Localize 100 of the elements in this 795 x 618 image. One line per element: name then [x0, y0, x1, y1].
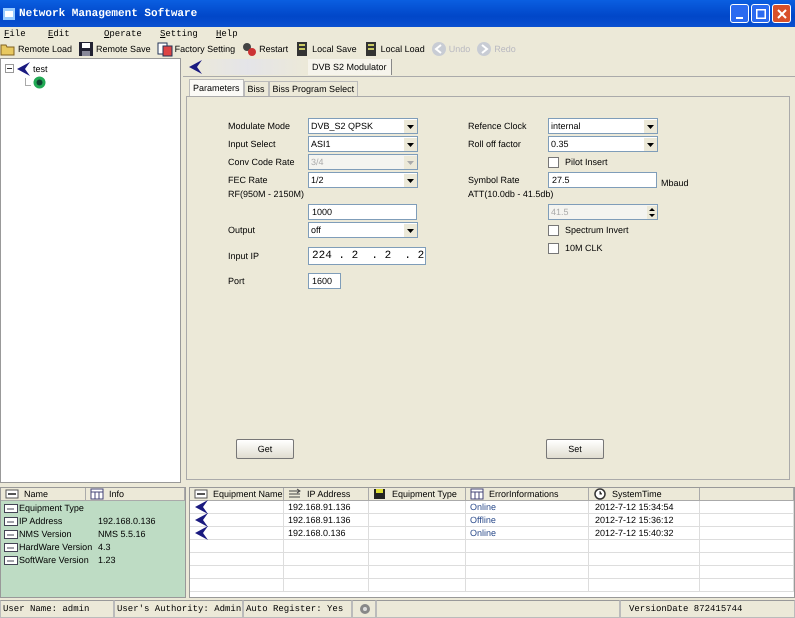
toolbar-button[interactable]: Restart [241, 40, 288, 58]
dropdown[interactable]: ASI1 [308, 136, 418, 152]
column-header[interactable]: Info [86, 488, 185, 501]
table-cell: Offline [466, 514, 589, 527]
table-cell: 192.168.91.136 [284, 514, 369, 527]
field-label: Conv Code Rate [228, 157, 295, 167]
menu-item[interactable]: File [4, 28, 36, 38]
column-header[interactable]: Equipment Type [369, 488, 466, 501]
dropdown[interactable]: 1/2 [308, 172, 418, 188]
arrow-icon [194, 499, 209, 515]
dropdown[interactable]: off [308, 222, 418, 238]
table-cell: Online [466, 527, 589, 540]
maximize-button[interactable] [751, 4, 770, 23]
field-label: Input IP [228, 251, 260, 261]
menu-item[interactable]: Operate [104, 28, 148, 38]
tree-item[interactable]: test [33, 64, 48, 74]
table-cell: 192.168.91.136 [284, 501, 369, 514]
menu-item[interactable]: Setting [160, 28, 204, 38]
dropdown[interactable]: 0.35 [548, 136, 658, 152]
minimize-icon [736, 16, 743, 18]
arrow-icon [194, 525, 209, 541]
app-icon [3, 8, 15, 20]
tab[interactable]: Biss Program Select [268, 81, 358, 96]
menu-item[interactable]: Edit [48, 28, 92, 38]
tab[interactable]: Parameters [189, 79, 244, 96]
table-cell: NMS Version [19, 528, 72, 538]
field-label: Modulate Mode [228, 121, 290, 131]
status-text: VersionDate 872415744 [629, 604, 742, 614]
gears-icon [241, 41, 258, 57]
toolbar-button[interactable]: Remote Save [78, 40, 151, 58]
dropdown[interactable]: DVB_S2 QPSK [308, 118, 418, 134]
card-icon [4, 516, 18, 526]
card-icon [5, 488, 19, 500]
spin-arrows-icon [647, 206, 657, 218]
table-cell: Online [466, 501, 589, 514]
tree-line-icon [25, 78, 31, 86]
checkbox[interactable] [548, 156, 559, 168]
arrow-icon [194, 512, 209, 528]
grid-icon [90, 488, 104, 500]
tab[interactable]: Biss [244, 81, 269, 96]
table-cell: 1.23 [98, 554, 116, 564]
arrow-icon [188, 59, 203, 75]
ip-field[interactable]: 224 . 2 . 2 . 2 [308, 247, 426, 265]
back-icon [430, 41, 447, 57]
field-label: ATT(10.0db - 41.5db) [468, 189, 554, 199]
table-cell: 192.168.0.136 [284, 527, 369, 540]
field-label: Roll off factor [468, 139, 521, 149]
field-label: Refence Clock [468, 121, 527, 131]
card-icon [4, 502, 18, 512]
card-icon [4, 542, 18, 552]
input-field[interactable]: 27.5 [548, 172, 657, 188]
menu-item[interactable]: Help [216, 28, 260, 38]
table-cell: NMS 5.5.16 [98, 528, 146, 538]
toolbar-button[interactable]: Factory Setting [156, 40, 236, 58]
toolbar-button[interactable]: Local Load [362, 40, 425, 58]
column-header[interactable]: Equipment Name [190, 488, 284, 501]
table-cell: SoftWare Version [19, 554, 89, 564]
minimize-button[interactable] [730, 4, 749, 23]
field-label: FEC Rate [228, 175, 268, 185]
status-text: User Name: admin [3, 604, 90, 614]
checkbox[interactable] [548, 224, 559, 236]
checkbox-label: Spectrum Invert [565, 225, 629, 235]
field-label: Output [228, 225, 256, 235]
column-header[interactable]: ErrorInformations [466, 488, 589, 501]
table-cell: Equipment Type [19, 502, 84, 512]
window-title: Network Management Software [19, 8, 198, 20]
maximize-icon [756, 8, 766, 18]
close-button[interactable] [772, 4, 791, 23]
status-text: User's Authority: Admin [117, 604, 242, 614]
field-label: Symbol Rate [468, 175, 520, 185]
dropdown[interactable]: internal [548, 118, 658, 134]
close-icon [776, 8, 786, 18]
field-label: Port [228, 276, 245, 286]
network-icon [288, 488, 302, 500]
column-header[interactable]: IP Address [284, 488, 369, 501]
table-cell: 2012-7-12 15:40:32 [589, 527, 700, 540]
status-text: Auto Register: Yes [246, 604, 344, 614]
card-icon [4, 528, 18, 538]
action-button[interactable]: Set [546, 439, 604, 459]
collapse-toggle[interactable] [5, 64, 14, 73]
table-cell: 192.168.0.136 [98, 516, 156, 526]
arrow-icon [16, 60, 31, 76]
card-icon [4, 554, 18, 564]
checkbox-label: Pilot Insert [565, 157, 608, 167]
toolbar-button[interactable]: Remote Load [0, 40, 72, 58]
action-button[interactable]: Get [236, 439, 294, 459]
table-cell: 2012-7-12 15:34:54 [589, 501, 700, 514]
forward-icon [476, 41, 492, 57]
column-header[interactable]: SystemTime [589, 488, 700, 501]
checkbox[interactable] [548, 242, 559, 254]
device-icon [33, 76, 46, 88]
column-header[interactable]: Name [1, 488, 86, 501]
table-cell: 2012-7-12 15:36:12 [589, 514, 700, 527]
toolbar-button[interactable]: Local Save [294, 40, 357, 58]
input-field[interactable]: 1000 [308, 204, 417, 220]
device-tab[interactable]: DVB S2 Modulator [308, 59, 392, 75]
gear-icon [359, 603, 371, 615]
table-cell: 4.3 [98, 542, 111, 552]
table-cell: IP Address [19, 516, 62, 526]
input-field[interactable]: 1600 [308, 273, 341, 289]
